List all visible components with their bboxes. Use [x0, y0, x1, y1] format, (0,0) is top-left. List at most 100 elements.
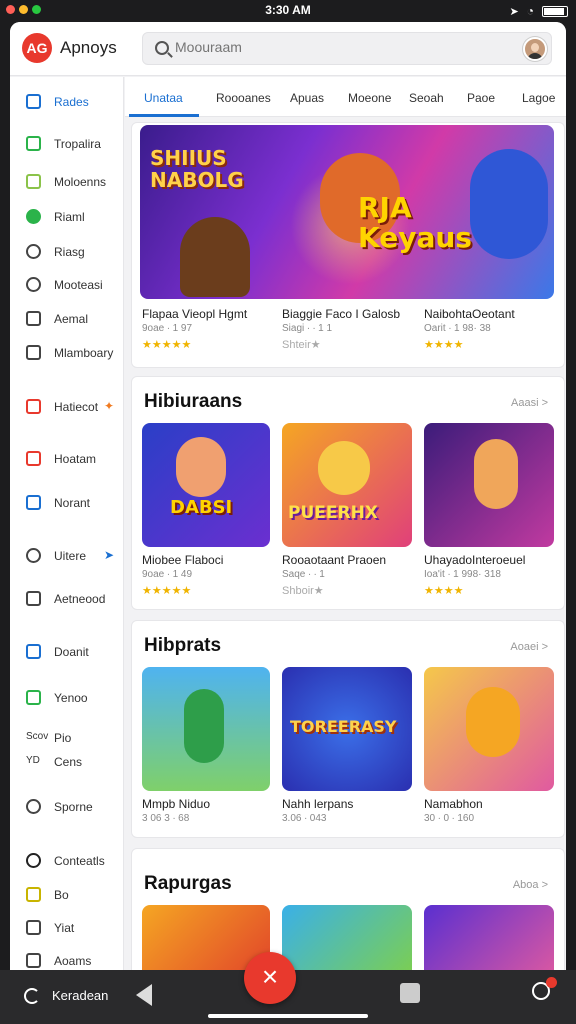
sidebar-item-tropalira[interactable]: Tropalira [10, 131, 124, 157]
battery-icon [542, 5, 568, 17]
chart-icon [26, 311, 41, 326]
rating-stars: ★★★★★ [142, 585, 192, 597]
game-meta: 30 ∙ 0 ∙ 160 [424, 813, 475, 824]
bear-character [180, 217, 250, 297]
tabs-icon[interactable] [400, 983, 420, 1003]
tag-icon [26, 920, 41, 935]
box-icon [26, 690, 41, 705]
back-icon[interactable] [136, 984, 152, 1006]
home-indicator[interactable] [208, 1014, 368, 1018]
sidebar-item-aetneood[interactable]: Aetneood [10, 586, 124, 612]
game-meta: 9oae ∙ 1 49 [142, 569, 193, 580]
game-art-title: PUEERHX [288, 503, 378, 523]
game-title[interactable]: Rooaotaant Praoen [282, 553, 386, 567]
sidebar-item-label: Scov [26, 731, 49, 742]
game-title[interactable]: NaibohtaOeotant [424, 307, 515, 321]
sidebar-item-riasg[interactable]: Riasg [10, 239, 124, 265]
app-logo[interactable]: AG [22, 33, 52, 63]
see-all-link[interactable]: Aboa > [513, 879, 548, 891]
game-art-title: TOREERASY [290, 717, 397, 736]
game-title[interactable]: Miobee Flaboci [142, 553, 223, 567]
game-title[interactable]: Flapaa Vieopl Hgmt [142, 307, 247, 321]
mail-icon [26, 399, 41, 414]
sidebar-item-label: Cens [54, 755, 83, 769]
section-card: Hibiuraans Aaasi > DABSI PUEERHX Miobee … [131, 376, 565, 610]
game-meta: Siagi ∙ ∙ 1 1 [282, 323, 333, 334]
sidebar-item-mlamboary[interactable]: Mlamboary [10, 340, 124, 366]
sidebar-item-aoams[interactable]: Aoams [10, 948, 124, 970]
game-meta: 3 06 3 ∙ 68 [142, 813, 190, 824]
sidebar-item-bo[interactable]: Bo [10, 882, 124, 908]
character-art [184, 689, 224, 763]
sidebar-item-doanit[interactable]: Doanit [10, 639, 124, 665]
sidebar-item-conteatls[interactable]: Conteatls [10, 848, 124, 874]
tab-lagoe[interactable]: Lagoe [522, 91, 555, 105]
sidebar-item-riaml[interactable]: Riaml [10, 204, 124, 230]
sidebar-item-sporne[interactable]: Sporne [10, 794, 124, 820]
game-thumbnail[interactable]: DABSI [142, 423, 270, 547]
sidebar-item-aemal[interactable]: Aemal [10, 306, 124, 332]
sidebar-item-label: Norant [54, 496, 91, 510]
tab-unataa[interactable]: Unataa [144, 91, 183, 105]
sidebar-item-label: Conteatls [54, 854, 105, 868]
tab-paoe[interactable]: Paoe [467, 91, 495, 105]
game-title[interactable]: Nahh lerpans [282, 797, 353, 811]
search-input[interactable] [175, 39, 475, 55]
featured-banner[interactable]: SHIIUS NABOLG RJA Keyaus [140, 125, 554, 299]
character-art [466, 687, 520, 757]
calendar-icon [26, 345, 41, 360]
signal-icon [26, 548, 41, 563]
notification-badge [546, 977, 557, 988]
game-thumbnail[interactable] [424, 905, 554, 970]
avatar[interactable] [523, 37, 547, 61]
game-thumbnail[interactable]: TOREERASY [282, 667, 412, 791]
tab-moeone[interactable]: Moeone [348, 91, 391, 105]
bottom-bar-label[interactable]: Keradean [52, 988, 108, 1003]
refresh-icon[interactable] [24, 988, 40, 1004]
section-title: Hibiuraans [144, 391, 243, 412]
game-title[interactable]: Namabhon [424, 797, 483, 811]
sidebar-item-label: Riaml [54, 210, 85, 224]
see-all-link[interactable]: Aaasi > [511, 397, 548, 409]
sidebar-item-label: Mooteasi [54, 278, 103, 292]
sidebar-item-hatiecot[interactable]: Hatiecot ✦ [10, 394, 124, 420]
game-thumbnail[interactable] [142, 667, 270, 791]
sidebar-item-label: Uitere [54, 549, 87, 563]
tab-roooanes[interactable]: Roooanes [216, 91, 271, 105]
sidebar-item-yiat[interactable]: Yiat [10, 915, 124, 941]
game-thumbnail[interactable]: PUEERHX [282, 423, 412, 547]
sidebar-item-scov[interactable]: Scov Pio [10, 725, 124, 751]
list-icon [26, 174, 41, 189]
game-thumbnail[interactable] [282, 905, 412, 970]
sidebar-item-cens[interactable]: YD Cens [10, 749, 124, 775]
game-title[interactable]: Mmpb Niduo [142, 797, 210, 811]
image-icon [26, 953, 41, 968]
flame-icon: ✦ [104, 399, 115, 413]
checkbox-icon [26, 887, 41, 902]
close-button[interactable]: × [244, 952, 296, 1004]
sidebar-item-uitere[interactable]: Uitere ➤ [10, 543, 124, 569]
sidebar-item-norant[interactable]: Norant [10, 490, 124, 516]
section-title: Hibprats [144, 635, 222, 656]
game-title[interactable]: UhayadoInteroeuel [424, 553, 525, 567]
search-bar[interactable] [142, 32, 552, 65]
game-meta: Oarit ∙ 1 98· 38 [424, 323, 491, 334]
sidebar-item-label: YD [26, 755, 40, 766]
game-meta: 3.06 ∙ 043 [282, 813, 327, 824]
game-thumbnail[interactable] [424, 667, 554, 791]
game-thumbnail[interactable] [424, 423, 554, 547]
sidebar-item-hoatam[interactable]: Hoatam [10, 446, 124, 472]
sidebar-item-label: Riasg [54, 245, 85, 259]
sidebar-item-rades[interactable]: Rades [10, 89, 124, 115]
game-title[interactable]: Biaggie Faco I Galosb [282, 307, 400, 321]
tab-apuas[interactable]: Apuas [290, 91, 324, 105]
sidebar-item-mooteasi[interactable]: Mooteasi [10, 272, 124, 298]
sidebar-item-yenoo[interactable]: Yenoo [10, 685, 124, 711]
sidebar-item-label: Aemal [54, 312, 89, 326]
game-meta: Ioa'it ∙ 1 998· 318 [424, 569, 501, 580]
tab-seoah[interactable]: Seoah [409, 91, 444, 105]
sidebar-item-label: Hatiecot [54, 400, 99, 414]
sidebar-item-moloenns[interactable]: Moloenns [10, 169, 124, 195]
character-art [176, 437, 226, 497]
see-all-link[interactable]: Aoaei > [510, 641, 548, 653]
